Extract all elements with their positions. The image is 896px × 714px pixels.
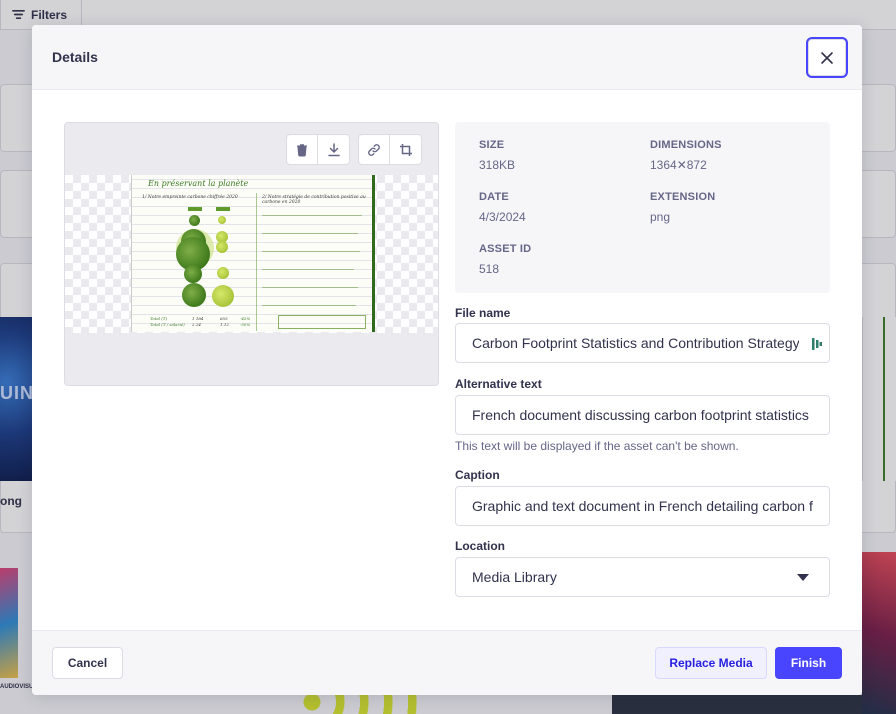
modal-title: Details (52, 49, 98, 65)
info-date-value: 4/3/2024 (479, 210, 526, 224)
finish-button[interactable]: Finish (775, 647, 842, 679)
doc-circle (212, 285, 234, 307)
info-dimensions-value: 1364✕872 (650, 158, 707, 172)
doc-rule (262, 251, 360, 252)
modal-header: Details (32, 25, 862, 90)
doc-rule (262, 269, 354, 270)
doc-left-heading: 1/ Notre empreinte carbone chiffrée 2020 (142, 195, 238, 200)
file-name-input[interactable]: Carbon Footprint Statistics and Contribu… (455, 323, 830, 363)
password-manager-icon[interactable] (811, 337, 823, 351)
alt-text-input[interactable]: French document discussing carbon footpr… (455, 395, 830, 435)
doc-val-3: 655 (220, 316, 228, 321)
doc-pill (188, 207, 202, 211)
trash-icon (297, 143, 307, 156)
doc-side-bar (372, 175, 375, 332)
doc-divider (256, 193, 257, 331)
close-icon (821, 51, 833, 64)
doc-val-1: 1 184 (192, 316, 204, 321)
info-extension-value: png (650, 210, 671, 224)
caption-value: Graphic and text document in French deta… (472, 498, 813, 514)
doc-pct-2: -50% (240, 322, 251, 327)
copy-link-button[interactable] (358, 134, 390, 165)
close-button[interactable] (806, 37, 848, 78)
replace-media-button[interactable]: Replace Media (655, 647, 767, 679)
doc-circle (184, 265, 202, 283)
location-select[interactable]: Media Library (455, 557, 830, 597)
info-extension-label: EXTENSION (650, 191, 716, 203)
file-name-value: Carbon Footprint Statistics and Contribu… (472, 335, 799, 351)
info-size: SIZE 318KB (479, 139, 515, 172)
location-value: Media Library (472, 569, 557, 585)
caption-input[interactable]: Graphic and text document in French deta… (455, 486, 830, 526)
info-date: DATE 4/3/2024 (479, 191, 526, 224)
link-icon (368, 143, 380, 156)
doc-val-4: 1.12 (220, 322, 229, 327)
info-date-label: DATE (479, 191, 509, 203)
doc-circle (182, 283, 206, 307)
doc-val-2: 2.24 (192, 322, 201, 327)
doc-pill (216, 207, 230, 211)
download-icon (327, 142, 340, 156)
alt-text-label: Alternative text (455, 377, 542, 391)
crop-button[interactable] (390, 134, 422, 165)
doc-total-a: Total (T) (150, 316, 168, 321)
doc-note-box (278, 315, 366, 329)
info-asset-id-value: 518 (479, 262, 500, 276)
preview-image-area: En préservant la planète 1/ Notre emprei… (65, 175, 438, 333)
doc-pct-1: -45% (240, 316, 251, 321)
preview-image: En préservant la planète 1/ Notre emprei… (131, 175, 375, 332)
preview-toolbar (286, 134, 422, 165)
modal-footer: Cancel Replace Media Finish (32, 630, 862, 695)
info-size-value: 318KB (479, 158, 516, 172)
doc-title: En préservant la planète (148, 179, 249, 188)
delete-button[interactable] (286, 134, 318, 165)
chevron-down-icon (797, 574, 809, 581)
download-button[interactable] (318, 134, 350, 165)
alt-text-value: French document discussing carbon footpr… (472, 407, 809, 423)
info-size-label: SIZE (479, 139, 505, 151)
info-asset-id: ASSET ID 518 (479, 243, 531, 276)
info-asset-id-label: ASSET ID (479, 243, 532, 255)
doc-circle (218, 216, 226, 224)
doc-rule (262, 305, 356, 306)
cancel-button[interactable]: Cancel (52, 647, 123, 679)
info-extension: EXTENSION png (650, 191, 715, 224)
doc-rule (262, 287, 358, 288)
asset-preview: En préservant la planète 1/ Notre emprei… (64, 122, 439, 386)
info-dimensions: DIMENSIONS 1364✕872 (650, 139, 722, 172)
file-name-label: File name (455, 306, 511, 320)
doc-circle (189, 215, 200, 226)
doc-total-b: Total (T / salarié) (150, 322, 185, 327)
asset-info-panel: SIZE 318KB DIMENSIONS 1364✕872 DATE 4/3/… (455, 122, 830, 293)
caption-label: Caption (455, 468, 500, 482)
doc-circle (217, 267, 229, 279)
location-label: Location (455, 539, 505, 553)
doc-circle (216, 241, 228, 253)
doc-rule (262, 215, 362, 216)
doc-right-heading: 2/ Notre stratégie de contribution posit… (262, 195, 366, 205)
info-dimensions-label: DIMENSIONS (650, 139, 722, 151)
crop-icon (399, 143, 412, 156)
details-modal: Details En préservant la planète 1/ Notr… (32, 25, 862, 695)
doc-rule (262, 233, 358, 234)
alt-text-hint: This text will be displayed if the asset… (455, 439, 739, 453)
